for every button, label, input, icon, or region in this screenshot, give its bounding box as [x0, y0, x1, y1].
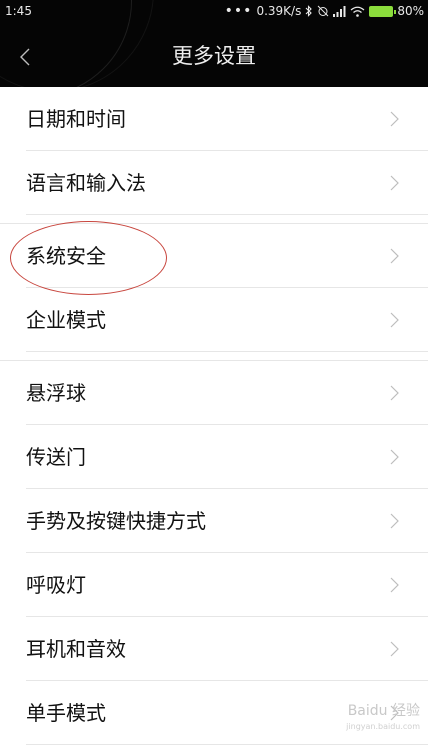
- battery-level: 80%: [397, 4, 424, 18]
- settings-item-language-input[interactable]: 语言和输入法: [26, 151, 428, 215]
- header: 1:45 ••• 0.39K/s 80% 更多设置: [0, 0, 428, 87]
- settings-list: 日期和时间 语言和输入法 系统安全 企业模式 悬浮球 传送门 手势及按键快捷方式…: [0, 87, 428, 745]
- network-speed: 0.39K/s: [256, 4, 302, 18]
- settings-item-label: 呼吸灯: [26, 573, 86, 597]
- chevron-right-icon: [390, 111, 399, 127]
- settings-item-date-time[interactable]: 日期和时间: [26, 87, 428, 151]
- settings-item-headphones-sound[interactable]: 耳机和音效: [26, 617, 428, 681]
- settings-item-label: 手势及按键快捷方式: [26, 509, 206, 533]
- chevron-right-icon: [390, 641, 399, 657]
- battery-icon: [369, 5, 397, 17]
- chevron-right-icon: [390, 312, 399, 328]
- settings-item-label: 单手模式: [26, 701, 106, 725]
- settings-item-floating-ball[interactable]: 悬浮球: [26, 361, 428, 425]
- chevron-right-icon: [390, 577, 399, 593]
- settings-item-label: 耳机和音效: [26, 637, 126, 661]
- status-icons: ••• 0.39K/s 80%: [225, 4, 424, 18]
- group-divider: [0, 215, 428, 224]
- chevron-right-icon: [390, 449, 399, 465]
- settings-item-enterprise-mode[interactable]: 企业模式: [26, 288, 428, 352]
- page-title: 更多设置: [172, 44, 256, 68]
- settings-item-label: 企业模式: [26, 308, 106, 332]
- chevron-right-icon: [390, 175, 399, 191]
- settings-item-breathing-light[interactable]: 呼吸灯: [26, 553, 428, 617]
- settings-item-gesture-shortcuts[interactable]: 手势及按键快捷方式: [26, 489, 428, 553]
- watermark-url: jingyan.baidu.com: [346, 722, 420, 731]
- settings-item-label: 悬浮球: [26, 381, 86, 405]
- watermark-brand: Baidu 经验: [347, 703, 420, 719]
- signal-icon: [333, 5, 346, 17]
- wifi-icon: [350, 6, 365, 17]
- settings-item-label: 传送门: [26, 445, 86, 469]
- settings-item-label: 日期和时间: [26, 107, 126, 131]
- alarm-off-icon: [317, 5, 329, 17]
- settings-item-label: 语言和输入法: [26, 171, 146, 195]
- chevron-right-icon: [390, 385, 399, 401]
- settings-item-system-security[interactable]: 系统安全: [26, 224, 428, 288]
- status-time: 1:45: [5, 4, 32, 18]
- bluetooth-icon: [305, 5, 313, 17]
- status-bar: 1:45 ••• 0.39K/s 80%: [0, 0, 428, 24]
- chevron-right-icon: [390, 248, 399, 264]
- more-notifications-icon: •••: [224, 3, 253, 19]
- group-divider: [0, 352, 428, 361]
- watermark: Baidu 经验 jingyan.baidu.com: [346, 703, 420, 735]
- chevron-right-icon: [390, 513, 399, 529]
- settings-item-label: 系统安全: [26, 244, 106, 268]
- settings-item-portal[interactable]: 传送门: [26, 425, 428, 489]
